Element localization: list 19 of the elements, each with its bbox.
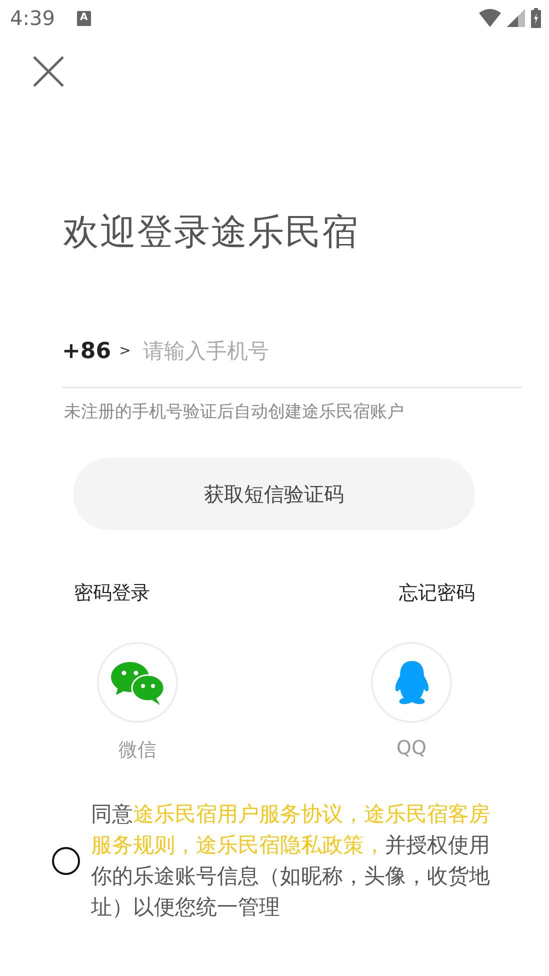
social-label: 微信 — [118, 738, 156, 763]
country-code[interactable]: +86 — [62, 338, 112, 364]
signal-icon — [507, 9, 525, 27]
close-icon[interactable] — [33, 56, 64, 87]
social-label: QQ — [396, 737, 426, 759]
text-link[interactable]: 忘记密码 — [399, 580, 475, 606]
chat-bubbles-icon — [110, 660, 164, 704]
hint-text: 未注册的手机号验证后自动创建途乐民宿账户 — [64, 401, 405, 423]
chevron[interactable]: > — [119, 343, 131, 359]
phone-input[interactable]: 请输入手机号 — [142, 339, 443, 363]
welcome-title: 欢迎登录途乐民宿 — [63, 215, 360, 251]
get-code-button[interactable]: 获取短信验证码 — [73, 458, 475, 530]
notification-icon: A — [76, 10, 91, 26]
agree-checkbox[interactable] — [52, 847, 80, 875]
text-link[interactable]: 密码登录 — [74, 580, 150, 606]
agreement-text: 同意途乐民宿用户服务协议，途乐民宿客房服务规则，途乐民宿隐私政策，并授权使用你的乐途账号信息（如昵称，头像，收货地址）以便您统一管理 — [91, 801, 491, 921]
battery-icon — [531, 8, 541, 28]
clock: 4:39 — [10, 6, 55, 30]
wifi-icon — [479, 9, 501, 27]
